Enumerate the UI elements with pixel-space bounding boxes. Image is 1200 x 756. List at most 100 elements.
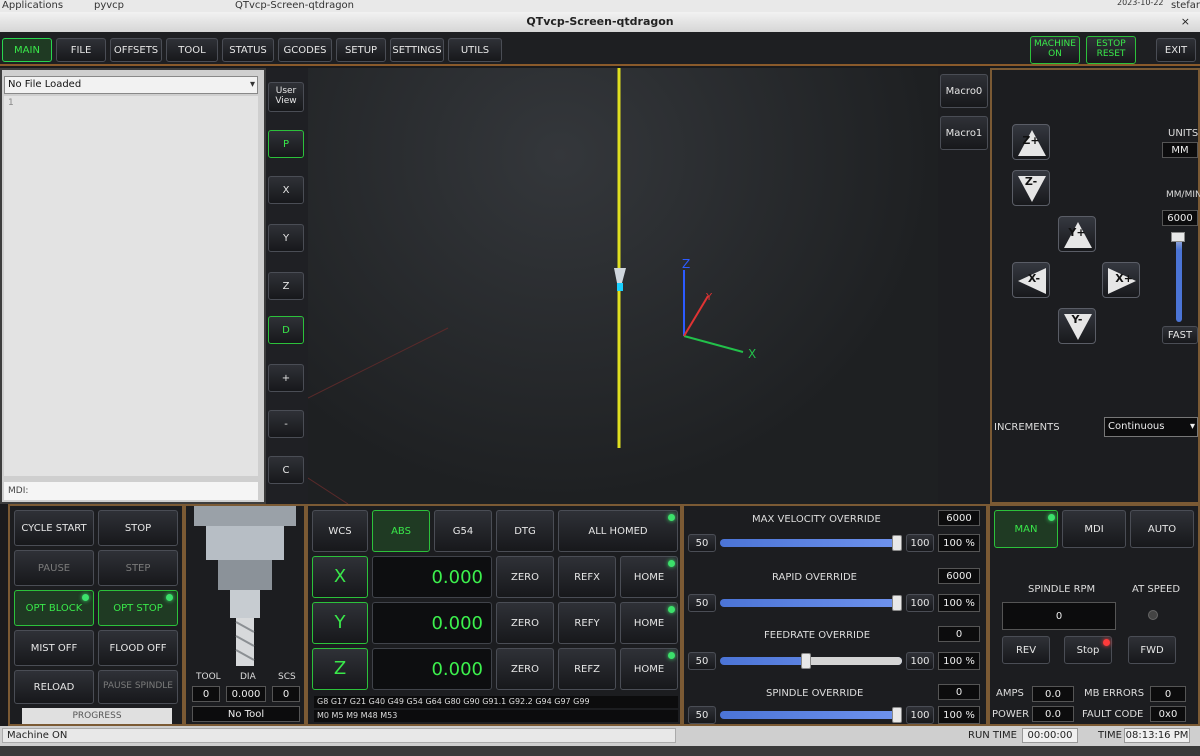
tab-tool[interactable]: TOOL — [166, 38, 218, 62]
override-min-button[interactable]: 50 — [688, 706, 716, 724]
override-percent: 100 % — [938, 534, 980, 552]
fast-button[interactable]: FAST — [1162, 326, 1198, 344]
axis-x-label[interactable]: X — [312, 556, 368, 598]
view-x-button[interactable]: X — [268, 176, 304, 204]
override-slider[interactable] — [720, 535, 902, 551]
mist-off-button[interactable]: MIST OFF — [14, 630, 94, 666]
override-slider[interactable] — [720, 653, 902, 669]
zero-x-button[interactable]: ZERO — [496, 556, 554, 598]
abs-button[interactable]: ABS — [372, 510, 430, 552]
spindle-fwd-button[interactable]: FWD — [1128, 636, 1176, 664]
mb-errors-label: MB ERRORS — [1084, 688, 1145, 699]
dtg-button[interactable]: DTG — [496, 510, 554, 552]
taskbar-item-qtdragon[interactable]: QTvcp-Screen-qtdragon — [235, 0, 354, 11]
macro0-button[interactable]: Macro0 — [940, 74, 988, 108]
units-value[interactable]: MM — [1162, 142, 1198, 158]
axis-z-value: 0.000 — [372, 648, 492, 690]
override-slider[interactable] — [720, 707, 902, 723]
time-label: TIME — [1098, 730, 1123, 741]
override-min-button[interactable]: 50 — [688, 534, 716, 552]
spindle-rev-button[interactable]: REV — [1002, 636, 1050, 664]
reload-button[interactable]: RELOAD — [14, 670, 94, 704]
flood-off-button[interactable]: FLOOD OFF — [98, 630, 178, 666]
jog-rate-slider[interactable] — [1176, 232, 1182, 322]
jog-rate-slider-handle[interactable] — [1171, 232, 1185, 242]
jog-y-plus-button[interactable]: Y+ — [1058, 216, 1096, 252]
tab-utils[interactable]: UTILS — [448, 38, 502, 62]
main-toolbar: MAIN FILE OFFSETS TOOL STATUS GCODES SET… — [0, 32, 1200, 66]
view-d-button[interactable]: D — [268, 316, 304, 344]
status-bar: Machine ON RUN TIME 00:00:00 TIME 08:13:… — [0, 726, 1200, 746]
axis-z-label[interactable]: Z — [312, 648, 368, 690]
tab-status[interactable]: STATUS — [222, 38, 274, 62]
jog-x-plus-button[interactable]: X+ — [1102, 262, 1140, 298]
zero-z-button[interactable]: ZERO — [496, 648, 554, 690]
override-max-button[interactable]: 100 — [906, 652, 934, 670]
machine-on-button[interactable]: MACHINE ON — [1030, 36, 1080, 64]
time-value: 08:13:16 PM — [1124, 728, 1190, 743]
system-user[interactable]: stefan — [1171, 0, 1200, 11]
override-label: FEEDRATE OVERRIDE — [764, 630, 871, 641]
mode-mdi-button[interactable]: MDI — [1062, 510, 1126, 548]
cycle-start-button[interactable]: CYCLE START — [14, 510, 94, 546]
tab-settings[interactable]: SETTINGS — [390, 38, 444, 62]
gcode-graphics-view[interactable]: Z X Y — [308, 68, 938, 504]
clear-view-button[interactable]: C — [268, 456, 304, 484]
wcs-button[interactable]: WCS — [312, 510, 368, 552]
increments-select[interactable]: Continuous ▾ — [1104, 417, 1198, 437]
refy-button[interactable]: REFY — [558, 602, 616, 644]
zoom-out-button[interactable]: - — [268, 410, 304, 438]
pause-spindle-button[interactable]: PAUSE SPINDLE — [98, 670, 178, 704]
power-value: 0.0 — [1032, 706, 1074, 722]
taskbar-item-pyvcp[interactable]: pyvcp — [94, 0, 124, 11]
step-button[interactable]: STEP — [98, 550, 178, 586]
g54-button[interactable]: G54 — [434, 510, 492, 552]
stop-button[interactable]: STOP — [98, 510, 178, 546]
axis-y-label[interactable]: Y — [312, 602, 368, 644]
opt-stop-led — [166, 594, 173, 601]
user-view-button[interactable]: User View — [268, 82, 304, 112]
view-buttons-column: User View P X Y Z D + - C — [266, 68, 308, 504]
view-z-button[interactable]: Z — [268, 272, 304, 300]
system-bar: Applications pyvcp QTvcp-Screen-qtdragon… — [0, 0, 1200, 12]
override-slider[interactable] — [720, 595, 902, 611]
view-p-button[interactable]: P — [268, 130, 304, 158]
tab-gcodes[interactable]: GCODES — [278, 38, 332, 62]
jog-z-plus-button[interactable]: Z+ — [1012, 124, 1050, 160]
spindle-stop-led — [1103, 639, 1110, 646]
pause-button[interactable]: PAUSE — [14, 550, 94, 586]
override-max-button[interactable]: 100 — [906, 706, 934, 724]
jog-z-minus-button[interactable]: Z- — [1012, 170, 1050, 206]
refz-button[interactable]: REFZ — [558, 648, 616, 690]
tab-main[interactable]: MAIN — [2, 38, 52, 62]
jog-rate-value[interactable]: 6000 — [1162, 210, 1198, 226]
override-max-button[interactable]: 100 — [906, 534, 934, 552]
gcode-editor[interactable]: 1 — [4, 96, 258, 476]
applications-menu[interactable]: Applications — [2, 0, 63, 11]
macro1-button[interactable]: Macro1 — [940, 116, 988, 150]
all-homed-indicator[interactable]: ALL HOMED — [558, 510, 678, 552]
zoom-in-button[interactable]: + — [268, 364, 304, 392]
mdi-label: MDI: — [8, 486, 29, 496]
jog-x-minus-button[interactable]: X- — [1012, 262, 1050, 298]
estop-reset-button[interactable]: ESTOP RESET — [1086, 36, 1136, 64]
toolpath-preview: Z X Y — [308, 68, 756, 504]
tab-file[interactable]: FILE — [56, 38, 106, 62]
file-select[interactable]: No File Loaded ▾ — [4, 76, 258, 94]
view-y-button[interactable]: Y — [268, 224, 304, 252]
window-title: QTvcp-Screen-qtdragon — [526, 15, 674, 28]
endmill-tool-image — [194, 506, 296, 666]
override-max-button[interactable]: 100 — [906, 594, 934, 612]
mdi-input[interactable]: MDI: — [4, 482, 258, 500]
tab-offsets[interactable]: OFFSETS — [110, 38, 162, 62]
jog-y-minus-button[interactable]: Y- — [1058, 308, 1096, 344]
chevron-down-icon: ▾ — [1189, 421, 1195, 432]
exit-button[interactable]: EXIT — [1156, 38, 1196, 62]
override-min-button[interactable]: 50 — [688, 652, 716, 670]
zero-y-button[interactable]: ZERO — [496, 602, 554, 644]
override-min-button[interactable]: 50 — [688, 594, 716, 612]
close-icon[interactable]: × — [1181, 12, 1190, 32]
mode-auto-button[interactable]: AUTO — [1130, 510, 1194, 548]
tab-setup[interactable]: SETUP — [336, 38, 386, 62]
refx-button[interactable]: REFX — [558, 556, 616, 598]
